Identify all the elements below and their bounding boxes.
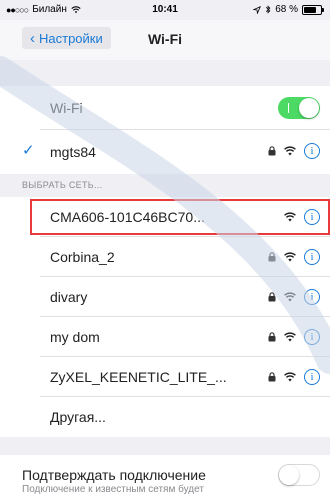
network-name: ZyXEL_KEENETIC_LITE_... — [50, 369, 227, 385]
battery-fill — [304, 6, 317, 13]
bluetooth-icon — [266, 5, 271, 14]
network-name: my dom — [50, 329, 100, 345]
other-network-row[interactable]: Другая... — [0, 397, 330, 437]
toggle-knob — [279, 465, 299, 485]
wifi-icon — [284, 146, 296, 156]
info-icon[interactable]: i — [304, 143, 320, 159]
other-network-label: Другая... — [50, 409, 106, 425]
wifi-icon — [284, 292, 296, 302]
info-icon[interactable]: i — [304, 249, 320, 265]
navigation-bar: ‹ Настройки Wi-Fi — [0, 20, 330, 60]
wifi-icon — [284, 252, 296, 262]
wifi-icon — [284, 332, 296, 342]
network-icons: i — [268, 249, 320, 265]
info-icon[interactable]: i — [304, 329, 320, 345]
network-name: divary — [50, 289, 88, 305]
network-row[interactable]: CMA606-101C46BC70... i — [0, 197, 330, 237]
toggle-knob — [299, 98, 319, 118]
info-icon[interactable]: i — [304, 209, 320, 225]
footer-note: Подключение к известным сетям будет — [22, 484, 204, 495]
wifi-group: Wi-Fi ✓ mgts84 i — [0, 86, 330, 174]
network-icons: i — [284, 209, 320, 225]
network-name: Corbina_2 — [50, 249, 115, 265]
connected-network-row[interactable]: ✓ mgts84 i — [0, 130, 330, 174]
toggle-on-mark-icon — [288, 103, 289, 113]
network-row[interactable]: divary i — [0, 277, 330, 317]
lock-icon — [268, 372, 276, 382]
network-icons: i — [268, 143, 320, 159]
battery-icon — [302, 4, 324, 15]
wifi-icon — [284, 212, 296, 222]
checkmark-icon: ✓ — [22, 142, 35, 159]
lock-icon — [268, 252, 276, 262]
network-row[interactable]: my dom i — [0, 317, 330, 357]
connected-network-name: mgts84 — [50, 144, 96, 160]
ask-to-join-toggle[interactable] — [278, 464, 320, 486]
wifi-toggle[interactable] — [278, 97, 320, 119]
info-icon[interactable]: i — [304, 369, 320, 385]
battery-percent: 68 % — [275, 4, 298, 15]
lock-icon — [268, 292, 276, 302]
networks-list: CMA606-101C46BC70... i Corbina_2 i divar… — [0, 197, 330, 437]
network-row[interactable]: Corbina_2 i — [0, 237, 330, 277]
network-icons: i — [268, 289, 320, 305]
lock-icon — [268, 332, 276, 342]
info-icon[interactable]: i — [304, 289, 320, 305]
wifi-toggle-row: Wi-Fi — [0, 86, 330, 130]
network-row[interactable]: ZyXEL_KEENETIC_LITE_... i — [0, 357, 330, 397]
network-name: CMA606-101C46BC70... — [50, 209, 205, 225]
wifi-toggle-label: Wi-Fi — [50, 100, 83, 116]
page-title: Wi-Fi — [147, 31, 183, 47]
ask-to-join-label: Подтверждать подключение — [22, 467, 206, 483]
status-bar: ●●○○○ Билайн 10:41 68 % — [0, 0, 330, 20]
location-arrow-icon — [253, 5, 262, 14]
network-icons: i — [268, 369, 320, 385]
lock-icon — [268, 146, 276, 156]
choose-network-header: ВЫБРАТЬ СЕТЬ... — [22, 180, 103, 190]
network-icons: i — [268, 329, 320, 345]
wifi-icon — [284, 372, 296, 382]
status-right: 68 % — [253, 4, 324, 15]
